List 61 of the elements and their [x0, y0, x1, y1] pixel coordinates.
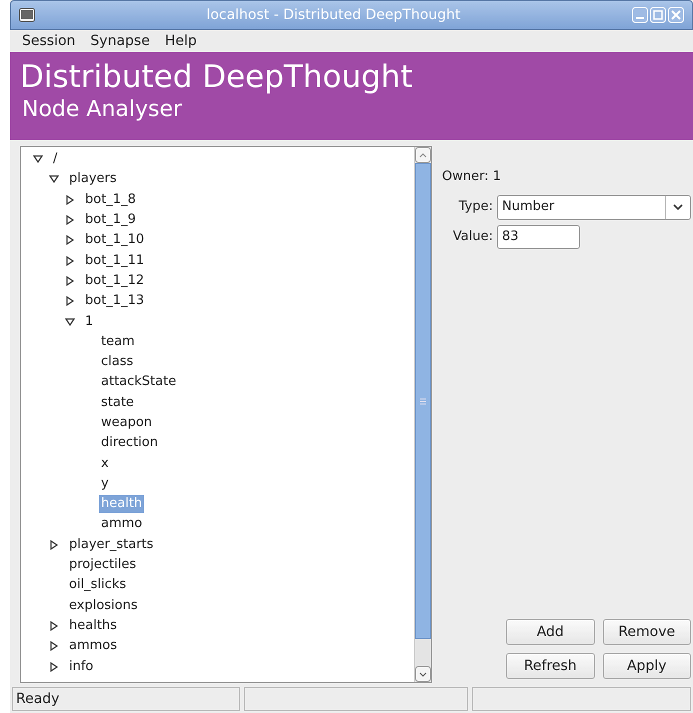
tree-item[interactable]: x — [101, 454, 109, 473]
collapsed-arrow-icon[interactable] — [49, 662, 59, 672]
tree-item[interactable]: healths — [69, 616, 117, 635]
tree-item[interactable]: y — [101, 474, 109, 493]
window-title: localhost - Distributed DeepThought — [205, 6, 462, 24]
menu-item[interactable]: Session — [22, 30, 76, 52]
tree-item[interactable]: bot_1_10 — [85, 231, 144, 250]
tree-item[interactable]: bot_1_13 — [85, 292, 144, 310]
type-dropdown[interactable]: Number — [497, 194, 691, 220]
collapsed-arrow-icon[interactable] — [65, 194, 75, 205]
owner-label: Owner: 1 — [442, 168, 502, 186]
scrollbar[interactable] — [414, 147, 431, 682]
scroll-thumb[interactable] — [415, 163, 431, 639]
grip-icon — [420, 398, 426, 404]
status-message: Ready — [12, 687, 240, 711]
tree-item[interactable]: attackState — [101, 373, 176, 392]
tree-item[interactable]: bot_1_9 — [85, 211, 136, 230]
scroll-down-icon[interactable] — [415, 666, 431, 682]
scroll-up-icon[interactable] — [415, 147, 431, 163]
tree-item[interactable]: explosions — [69, 596, 138, 615]
collapsed-arrow-icon[interactable] — [65, 215, 75, 226]
tree-item[interactable]: class — [101, 353, 134, 372]
collapsed-arrow-icon[interactable] — [65, 296, 75, 306]
chevron-down-icon — [673, 204, 683, 210]
action-button[interactable]: Remove — [602, 619, 691, 645]
tree-item[interactable]: ammo — [101, 515, 142, 534]
tree-item[interactable]: ammos — [69, 637, 118, 656]
tree-item[interactable]: weapon — [101, 414, 152, 432]
action-button[interactable]: Apply — [602, 653, 691, 679]
value-label: Value: — [452, 228, 494, 246]
action-button[interactable]: Refresh — [506, 653, 594, 679]
tree-item[interactable]: / — [53, 150, 58, 168]
tree-item[interactable]: projectiles — [69, 556, 136, 574]
expanded-arrow-icon[interactable] — [33, 154, 43, 164]
expanded-arrow-icon[interactable] — [49, 174, 59, 184]
tree-item[interactable]: info — [69, 658, 94, 676]
tree-item[interactable]: bot_1_11 — [85, 252, 144, 270]
expanded-arrow-icon[interactable] — [65, 316, 75, 327]
tree-item[interactable]: oil_slicks — [69, 576, 126, 594]
collapsed-arrow-icon[interactable] — [49, 641, 59, 652]
action-button[interactable]: Add — [506, 619, 594, 645]
collapsed-arrow-icon[interactable] — [65, 276, 75, 286]
menu-item[interactable]: Synapse — [90, 30, 150, 52]
tree-item[interactable]: bot_1_12 — [85, 272, 144, 290]
value-field[interactable]: 83 — [497, 224, 580, 248]
tree-item[interactable]: player_starts — [69, 536, 154, 554]
collapsed-arrow-icon[interactable] — [65, 235, 75, 246]
tree-item[interactable]: team — [101, 332, 135, 351]
collapsed-arrow-icon[interactable] — [49, 620, 59, 631]
tree-item[interactable]: 1 — [85, 312, 94, 331]
app-subtitle: Node Analyser — [22, 96, 184, 124]
tree-item[interactable]: direction — [101, 434, 158, 452]
tree-item[interactable]: players — [69, 170, 117, 188]
app-title: Distributed DeepThought — [20, 58, 414, 96]
type-label: Type: — [458, 198, 494, 216]
menu-item[interactable]: Help — [164, 30, 197, 52]
collapsed-arrow-icon[interactable] — [65, 256, 75, 266]
tree-item[interactable]: state — [101, 394, 134, 412]
collapsed-arrow-icon[interactable] — [49, 540, 59, 550]
window-menu-icon[interactable] — [19, 8, 35, 22]
tree-item[interactable]: bot_1_8 — [85, 190, 136, 209]
